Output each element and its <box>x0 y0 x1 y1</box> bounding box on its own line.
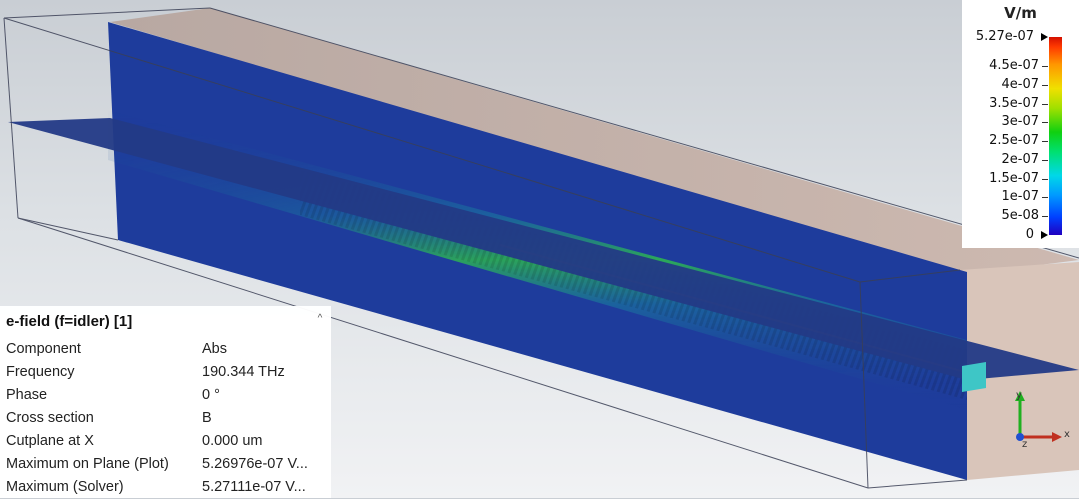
legend-tick-mark <box>1042 122 1048 124</box>
legend-tick-label: 2e-07 <box>1001 151 1039 167</box>
legend-tick-label: 4.5e-07 <box>989 57 1039 73</box>
property-key: Frequency <box>6 364 75 380</box>
property-key: Maximum on Plane (Plot) <box>6 456 169 472</box>
legend-tick-label: 2.5e-07 <box>989 133 1039 149</box>
legend-max-label: 5.27e-07 <box>975 29 1034 44</box>
property-row: Component Abs <box>0 338 331 361</box>
legend-tick-mark <box>1042 103 1048 105</box>
property-row: Frequency 190.344 THz <box>0 361 331 384</box>
properties-panel: e-field (f=idler) [1] ^ Component Abs Freq… <box>0 306 331 498</box>
panel-title: e-field (f=idler) [1] <box>6 313 133 330</box>
legend-tick-mark <box>1042 216 1048 218</box>
axis-x-label: x <box>1064 429 1070 440</box>
property-value: 5.26976e-07 V... <box>202 456 308 472</box>
port-marker <box>962 362 986 392</box>
color-legend: V/m 5.27e-07 4.5e-07 4e-07 3.5e-07 3e-07 2.5… <box>962 0 1079 248</box>
collapse-chevron-icon[interactable]: ^ <box>314 313 326 325</box>
property-row: Maximum on Plane (Plot) 5.26976e-07 V... <box>0 453 331 476</box>
legend-tick-label: 3e-07 <box>1001 114 1039 130</box>
property-value: 5.27111e-07 V... <box>202 479 306 495</box>
axis-y-label: y <box>1016 390 1022 401</box>
property-value: Abs <box>202 341 227 357</box>
axis-z-label: z <box>1022 439 1027 450</box>
axes-orientation-widget: y z x <box>1015 390 1070 450</box>
legend-max-arrow-icon[interactable] <box>1041 33 1048 41</box>
property-key: Phase <box>6 387 48 403</box>
legend-tick-mark <box>1042 178 1048 180</box>
property-value: 0 ° <box>202 387 220 403</box>
legend-colorbar <box>1049 37 1062 235</box>
property-key: Maximum (Solver) <box>6 479 124 495</box>
legend-unit: V/m <box>1004 4 1037 22</box>
property-value: 190.344 THz <box>202 364 285 380</box>
legend-min-label: 0 <box>1025 227 1034 242</box>
property-key: Cross section <box>6 410 94 426</box>
legend-tick-label: 4e-07 <box>1001 76 1039 92</box>
legend-tick-label: 1.5e-07 <box>989 170 1039 186</box>
legend-tick-mark <box>1042 197 1048 199</box>
property-row: Phase 0 ° <box>0 384 331 407</box>
property-key: Cutplane at X <box>6 433 94 449</box>
legend-tick-mark <box>1042 84 1048 86</box>
legend-tick-mark <box>1042 65 1048 67</box>
legend-tick-label: 5e-08 <box>1001 208 1039 224</box>
property-key: Component <box>6 341 81 357</box>
property-row: Cutplane at X 0.000 um <box>0 430 331 453</box>
property-value: 0.000 um <box>202 433 263 449</box>
property-value: B <box>202 410 212 426</box>
legend-tick-label: 1e-07 <box>1001 189 1039 205</box>
property-row: Cross section B <box>0 407 331 430</box>
legend-tick-mark <box>1042 159 1048 161</box>
legend-min-arrow-icon[interactable] <box>1041 231 1048 239</box>
legend-tick-label: 3.5e-07 <box>989 95 1039 111</box>
property-row: Maximum (Solver) 5.27111e-07 V... <box>0 476 331 499</box>
legend-tick-mark <box>1042 141 1048 143</box>
